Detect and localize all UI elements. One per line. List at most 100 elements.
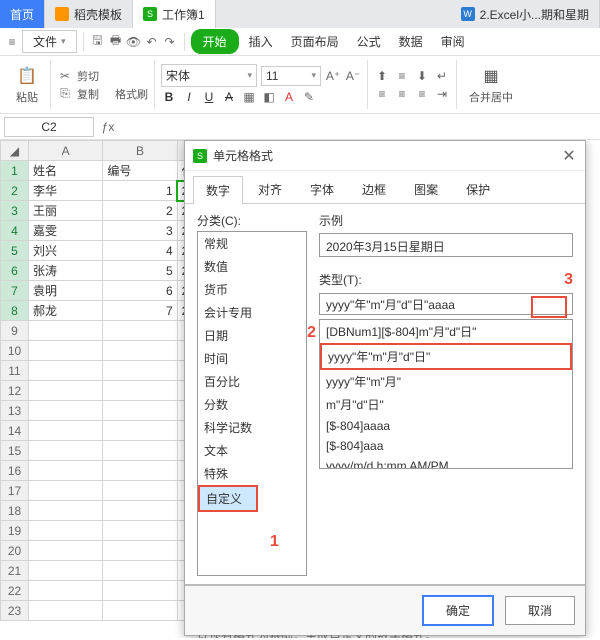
tab-protect[interactable]: 保护 xyxy=(453,175,503,203)
strike-icon[interactable]: A xyxy=(221,89,237,105)
type-item-selected[interactable]: yyyy"年"m"月"d"日" xyxy=(320,343,572,370)
tab-review[interactable]: 审阅 xyxy=(433,29,473,54)
cell[interactable] xyxy=(29,321,103,341)
cat-accounting[interactable]: 会计专用 xyxy=(198,301,306,324)
border-icon[interactable]: ▦ xyxy=(241,89,257,105)
row-header[interactable]: 6 xyxy=(1,261,29,281)
cell[interactable]: 郝龙 xyxy=(29,301,103,321)
cell[interactable]: 刘兴 xyxy=(29,241,103,261)
align-top-icon[interactable]: ⬆ xyxy=(374,68,390,84)
category-list[interactable]: 常规 数值 货币 会计专用 日期 时间 百分比 分数 科学记数 文本 特殊 自定… xyxy=(197,231,307,576)
row-header[interactable]: 18 xyxy=(1,501,29,521)
cat-special[interactable]: 特殊 xyxy=(198,462,306,485)
align-center-icon[interactable]: ≡ xyxy=(394,86,410,102)
indent-icon[interactable]: ⇥ xyxy=(434,86,450,102)
type-item[interactable]: yyyy"年"m"月" xyxy=(320,370,572,393)
row-header[interactable]: 23 xyxy=(1,601,29,621)
cat-date[interactable]: 日期 xyxy=(198,324,306,347)
row-header[interactable]: 10 xyxy=(1,341,29,361)
row-header[interactable]: 14 xyxy=(1,421,29,441)
row-header[interactable]: 21 xyxy=(1,561,29,581)
cell[interactable]: 袁明 xyxy=(29,281,103,301)
cell[interactable]: 2 xyxy=(103,201,177,221)
cell[interactable]: 编号 xyxy=(103,161,177,181)
fx-icon[interactable]: ƒx xyxy=(100,119,116,135)
wrap-icon[interactable]: ↵ xyxy=(434,68,450,84)
cat-fraction[interactable]: 分数 xyxy=(198,393,306,416)
paste-button[interactable]: 📋粘贴 xyxy=(10,65,44,105)
save-icon[interactable]: 🖫 xyxy=(90,34,106,50)
spreadsheet[interactable]: ◢AB 1姓名编号休 2李华120 3王丽220 4嘉雯320 5刘兴420 6… xyxy=(0,140,200,621)
cat-custom[interactable]: 自定义 xyxy=(198,485,258,512)
cell[interactable] xyxy=(103,321,177,341)
underline-icon[interactable]: U xyxy=(201,89,217,105)
tab-data[interactable]: 数据 xyxy=(391,29,431,54)
row-header[interactable]: 16 xyxy=(1,461,29,481)
row-header[interactable]: 12 xyxy=(1,381,29,401)
print-icon[interactable]: 🖶 xyxy=(108,34,124,50)
row-header[interactable]: 9 xyxy=(1,321,29,341)
font-size-select[interactable]: 11▾ xyxy=(261,66,321,86)
row-header[interactable]: 20 xyxy=(1,541,29,561)
fill-color-icon[interactable]: ◧ xyxy=(261,89,277,105)
cell[interactable]: 嘉雯 xyxy=(29,221,103,241)
tab-templates[interactable]: 稻壳模板 xyxy=(45,0,133,28)
tab-formula[interactable]: 公式 xyxy=(349,29,389,54)
preview-icon[interactable]: 👁 xyxy=(126,34,142,50)
file-menu[interactable]: 文件▾ xyxy=(22,30,77,53)
align-bottom-icon[interactable]: ⬇ xyxy=(414,68,430,84)
type-item[interactable]: [DBNum1][$-804]m"月"d"日" xyxy=(320,320,572,343)
align-right-icon[interactable]: ≡ xyxy=(414,86,430,102)
copy-button[interactable]: ⎘复制格式刷 xyxy=(57,86,148,102)
type-item[interactable]: [$-804]aaa xyxy=(320,436,572,456)
cat-scientific[interactable]: 科学记数 xyxy=(198,416,306,439)
tab-workbook[interactable]: S工作簿1 xyxy=(133,0,216,28)
redo-icon[interactable]: ↷ xyxy=(162,34,178,50)
grow-font-icon[interactable]: A⁺ xyxy=(325,68,341,84)
cat-time[interactable]: 时间 xyxy=(198,347,306,370)
row-header[interactable]: 15 xyxy=(1,441,29,461)
row-header[interactable]: 5 xyxy=(1,241,29,261)
menu-icon[interactable]: ≡ xyxy=(4,34,20,50)
tab-excel-file[interactable]: W2.Excel小...期和星期 xyxy=(451,0,600,28)
italic-icon[interactable]: I xyxy=(181,89,197,105)
type-list[interactable]: [DBNum1][$-804]m"月"d"日" yyyy"年"m"月"d"日" … xyxy=(319,319,573,469)
row-header[interactable]: 4 xyxy=(1,221,29,241)
row-header[interactable]: 2 xyxy=(1,181,29,201)
cat-percent[interactable]: 百分比 xyxy=(198,370,306,393)
cat-number[interactable]: 数值 xyxy=(198,255,306,278)
row-header[interactable]: 7 xyxy=(1,281,29,301)
highlight-icon[interactable]: ✎ xyxy=(301,89,317,105)
cat-text[interactable]: 文本 xyxy=(198,439,306,462)
col-header[interactable]: B xyxy=(103,141,177,161)
cell[interactable]: 4 xyxy=(103,241,177,261)
row-header[interactable]: 1 xyxy=(1,161,29,181)
cat-general[interactable]: 常规 xyxy=(198,232,306,255)
tab-number[interactable]: 数字 xyxy=(193,176,243,204)
close-icon[interactable]: ✕ xyxy=(561,148,577,164)
align-middle-icon[interactable]: ≡ xyxy=(394,68,410,84)
tab-home[interactable]: 首页 xyxy=(0,0,45,28)
undo-icon[interactable]: ↶ xyxy=(144,34,160,50)
tab-layout[interactable]: 页面布局 xyxy=(283,29,347,54)
name-box[interactable]: C2 xyxy=(4,117,94,137)
ok-button[interactable]: 确定 xyxy=(423,596,493,625)
cancel-button[interactable]: 取消 xyxy=(505,596,575,625)
tab-align[interactable]: 对齐 xyxy=(245,175,295,203)
type-item[interactable]: m"月"d"日" xyxy=(320,393,572,416)
shrink-font-icon[interactable]: A⁻ xyxy=(345,68,361,84)
cell[interactable]: 3 xyxy=(103,221,177,241)
merge-button[interactable]: ▦合并居中 xyxy=(463,65,519,105)
type-item[interactable]: [$-804]aaaa xyxy=(320,416,572,436)
cell[interactable]: 王丽 xyxy=(29,201,103,221)
row-header[interactable]: 17 xyxy=(1,481,29,501)
cell[interactable]: 5 xyxy=(103,261,177,281)
cell[interactable]: 李华 xyxy=(29,181,103,201)
tab-font[interactable]: 字体 xyxy=(297,175,347,203)
type-item[interactable]: yyyy/m/d h:mm AM/PM xyxy=(320,456,572,469)
cell[interactable]: 7 xyxy=(103,301,177,321)
font-select[interactable]: 宋体▾ xyxy=(161,64,257,87)
row-header[interactable]: 13 xyxy=(1,401,29,421)
col-header[interactable]: A xyxy=(29,141,103,161)
cell[interactable]: 1 xyxy=(103,181,177,201)
